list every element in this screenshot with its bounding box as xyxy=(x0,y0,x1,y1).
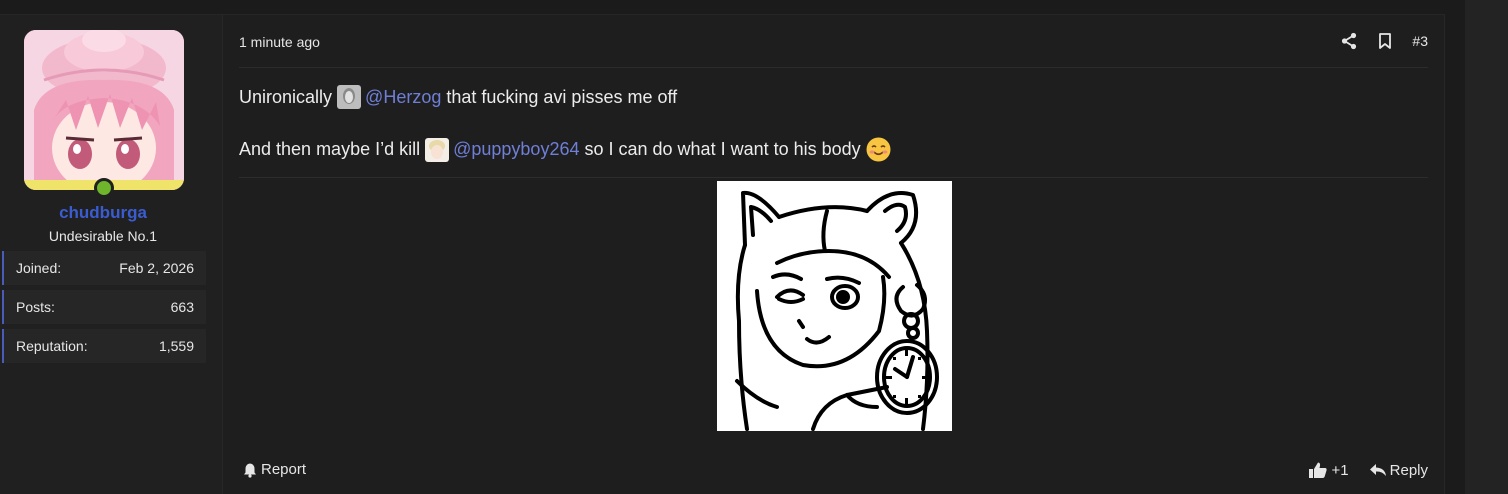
page: chudburga Undesirable No.1 Joined: Feb 2… xyxy=(0,0,1508,494)
body-divider xyxy=(239,177,1428,178)
stat-value: Feb 2, 2026 xyxy=(119,260,194,276)
scrollbar-track[interactable] xyxy=(1465,0,1508,494)
stat-row-reputation: Reputation: 1,559 xyxy=(2,329,206,363)
mention-link[interactable]: @Herzog xyxy=(365,87,441,108)
bookmark-icon[interactable] xyxy=(1376,32,1394,50)
header-divider xyxy=(239,67,1428,68)
share-icon[interactable] xyxy=(1340,32,1358,50)
post-timestamp[interactable]: 1 minute ago xyxy=(239,34,320,50)
stat-label: Reputation: xyxy=(16,338,88,354)
user-title: Undesirable No.1 xyxy=(48,228,158,244)
avatar[interactable] xyxy=(24,30,184,190)
stat-value: 663 xyxy=(170,299,194,315)
attached-image[interactable] xyxy=(717,181,952,431)
puppyboy264-avatar-icon xyxy=(425,137,450,162)
user-avatar[interactable] xyxy=(24,30,184,198)
bell-icon xyxy=(242,462,258,478)
like-count: +1 xyxy=(1331,461,1349,479)
stat-row-joined: Joined: Feb 2, 2026 xyxy=(2,251,206,285)
like-button[interactable]: +1 xyxy=(1308,461,1349,479)
reply-label: Reply xyxy=(1389,461,1428,479)
post-footer-actions: +1 Reply xyxy=(1288,461,1428,479)
reply-arrow-icon xyxy=(1369,462,1387,478)
post-text: And then maybe I’d kill xyxy=(239,139,421,159)
cartoon-cat-girl-holding-pocket-watch-icon xyxy=(717,181,952,431)
avatar-pink-hair-girl-icon xyxy=(24,30,184,190)
post-header-actions: #3 xyxy=(1322,31,1428,51)
stat-row-posts: Posts: 663 xyxy=(2,290,206,324)
online-status-indicator xyxy=(94,178,114,198)
post-line-2: And then maybe I’d kill @puppyboy264 so … xyxy=(239,137,891,162)
mention-link[interactable]: @puppyboy264 xyxy=(453,139,579,160)
username[interactable]: chudburga xyxy=(0,203,206,223)
report-label: Report xyxy=(261,461,307,478)
post-text: so I can do what I want to his body xyxy=(584,139,861,159)
stat-label: Posts: xyxy=(16,299,55,315)
post-main: 1 minute ago #3 Unironically @Herzog tha… xyxy=(222,15,1445,494)
post-text: Unironically xyxy=(239,86,333,107)
herzog-avatar-icon xyxy=(337,85,362,109)
post-text: that fucking avi pisses me off xyxy=(446,86,678,107)
forum-post: chudburga Undesirable No.1 Joined: Feb 2… xyxy=(0,14,1445,494)
smiling-face-with-hearts-emoji-icon xyxy=(866,137,891,162)
report-button[interactable]: Report xyxy=(242,461,306,478)
stat-label: Joined: xyxy=(16,260,62,276)
stat-value: 1,559 xyxy=(158,338,194,354)
post-line-1: Unironically @Herzog that fucking avi pi… xyxy=(239,85,677,109)
reply-button[interactable]: Reply xyxy=(1369,462,1428,479)
thumbs-up-icon xyxy=(1308,461,1328,479)
post-number-link[interactable]: #3 xyxy=(1412,33,1428,49)
